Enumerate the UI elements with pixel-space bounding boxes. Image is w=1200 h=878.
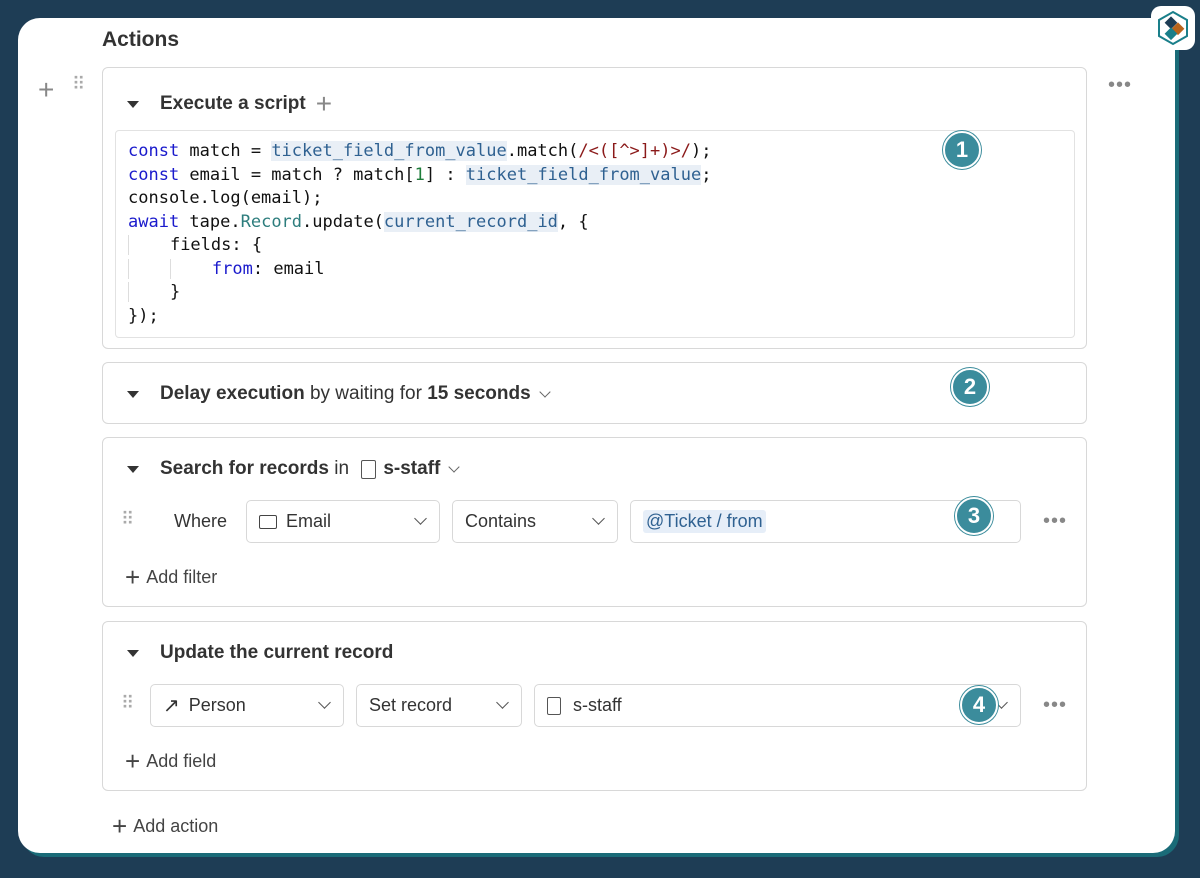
record-select[interactable]: s-staff [534,684,1021,727]
add-label: Add action [133,816,218,837]
action-title-text: by waiting for [310,383,422,405]
chevron-down-icon [318,696,331,709]
collapse-icon[interactable] [127,391,139,398]
action-title: Delay execution [160,383,305,405]
action-header[interactable]: Update the current record [127,642,393,664]
field-select[interactable]: Email [246,500,440,543]
step-badge: 1 [943,131,981,169]
action-title: Search for records [160,458,329,480]
action-update-record: Update the current record ⠿ ↗ Person Set … [102,621,1087,791]
action-header[interactable]: Search for records in s-staff [127,458,458,480]
step-badge: 2 [951,368,989,406]
mail-icon [259,515,277,529]
select-value: Email [286,511,331,532]
page-title: Actions [102,28,179,52]
operator-select[interactable]: Set record [356,684,522,727]
select-value: s-staff [573,695,622,716]
plus-icon: + [125,746,140,777]
operator-select[interactable]: Contains [452,500,618,543]
select-value: Set record [369,695,452,716]
app-logo [1151,6,1195,50]
select-value: Person [189,695,246,716]
document-icon [547,697,561,715]
more-options-icon[interactable]: ••• [1043,694,1067,717]
collapse-icon[interactable] [127,101,139,108]
chevron-down-icon[interactable] [539,386,550,397]
chevron-down-icon [592,512,605,525]
action-header[interactable]: Delay execution by waiting for 15 second… [127,383,549,405]
select-value: Contains [465,511,536,532]
add-label: Add filter [146,567,217,588]
add-action-button[interactable]: + Add action [112,811,218,842]
plus-icon: + [112,811,127,842]
collapse-icon[interactable] [127,466,139,473]
add-field-button[interactable]: + Add field [125,746,216,777]
variable-chip: @Ticket / from [643,510,766,533]
plus-icon: + [125,562,140,593]
delay-value[interactable]: 15 seconds [427,383,531,405]
action-execute-script: Execute a script + const match = ticket_f… [102,67,1087,349]
drag-handle-icon[interactable]: ⠿ [72,80,86,88]
action-title: Update the current record [160,642,393,664]
step-badge: 4 [960,686,998,724]
document-icon [361,460,376,479]
add-icon[interactable]: + [316,88,332,120]
step-badge: 3 [955,497,993,535]
code-editor[interactable]: const match = ticket_field_from_value.ma… [115,130,1075,338]
add-label: Add field [146,751,216,772]
where-label: Where [174,511,227,532]
field-select[interactable]: ↗ Person [150,684,344,727]
collapse-icon[interactable] [127,650,139,657]
add-filter-button[interactable]: + Add filter [125,562,217,593]
drag-handle-icon[interactable]: ⠿ [121,515,135,523]
chevron-down-icon [496,696,509,709]
collection-name[interactable]: s-staff [383,458,440,480]
more-options-icon[interactable]: ••• [1108,74,1132,97]
action-title: Execute a script [160,93,306,115]
chevron-down-icon [414,512,427,525]
action-search-records: Search for records in s-staff ⠿ Where Em… [102,437,1087,607]
action-delay: Delay execution by waiting for 15 second… [102,362,1087,424]
add-icon[interactable]: + [38,74,54,106]
action-title-text: in [334,458,349,480]
more-options-icon[interactable]: ••• [1043,510,1067,533]
action-header[interactable]: Execute a script + [127,88,332,120]
chevron-down-icon[interactable] [449,461,460,472]
drag-handle-icon[interactable]: ⠿ [121,699,135,707]
relation-arrow-icon: ↗ [163,693,180,718]
